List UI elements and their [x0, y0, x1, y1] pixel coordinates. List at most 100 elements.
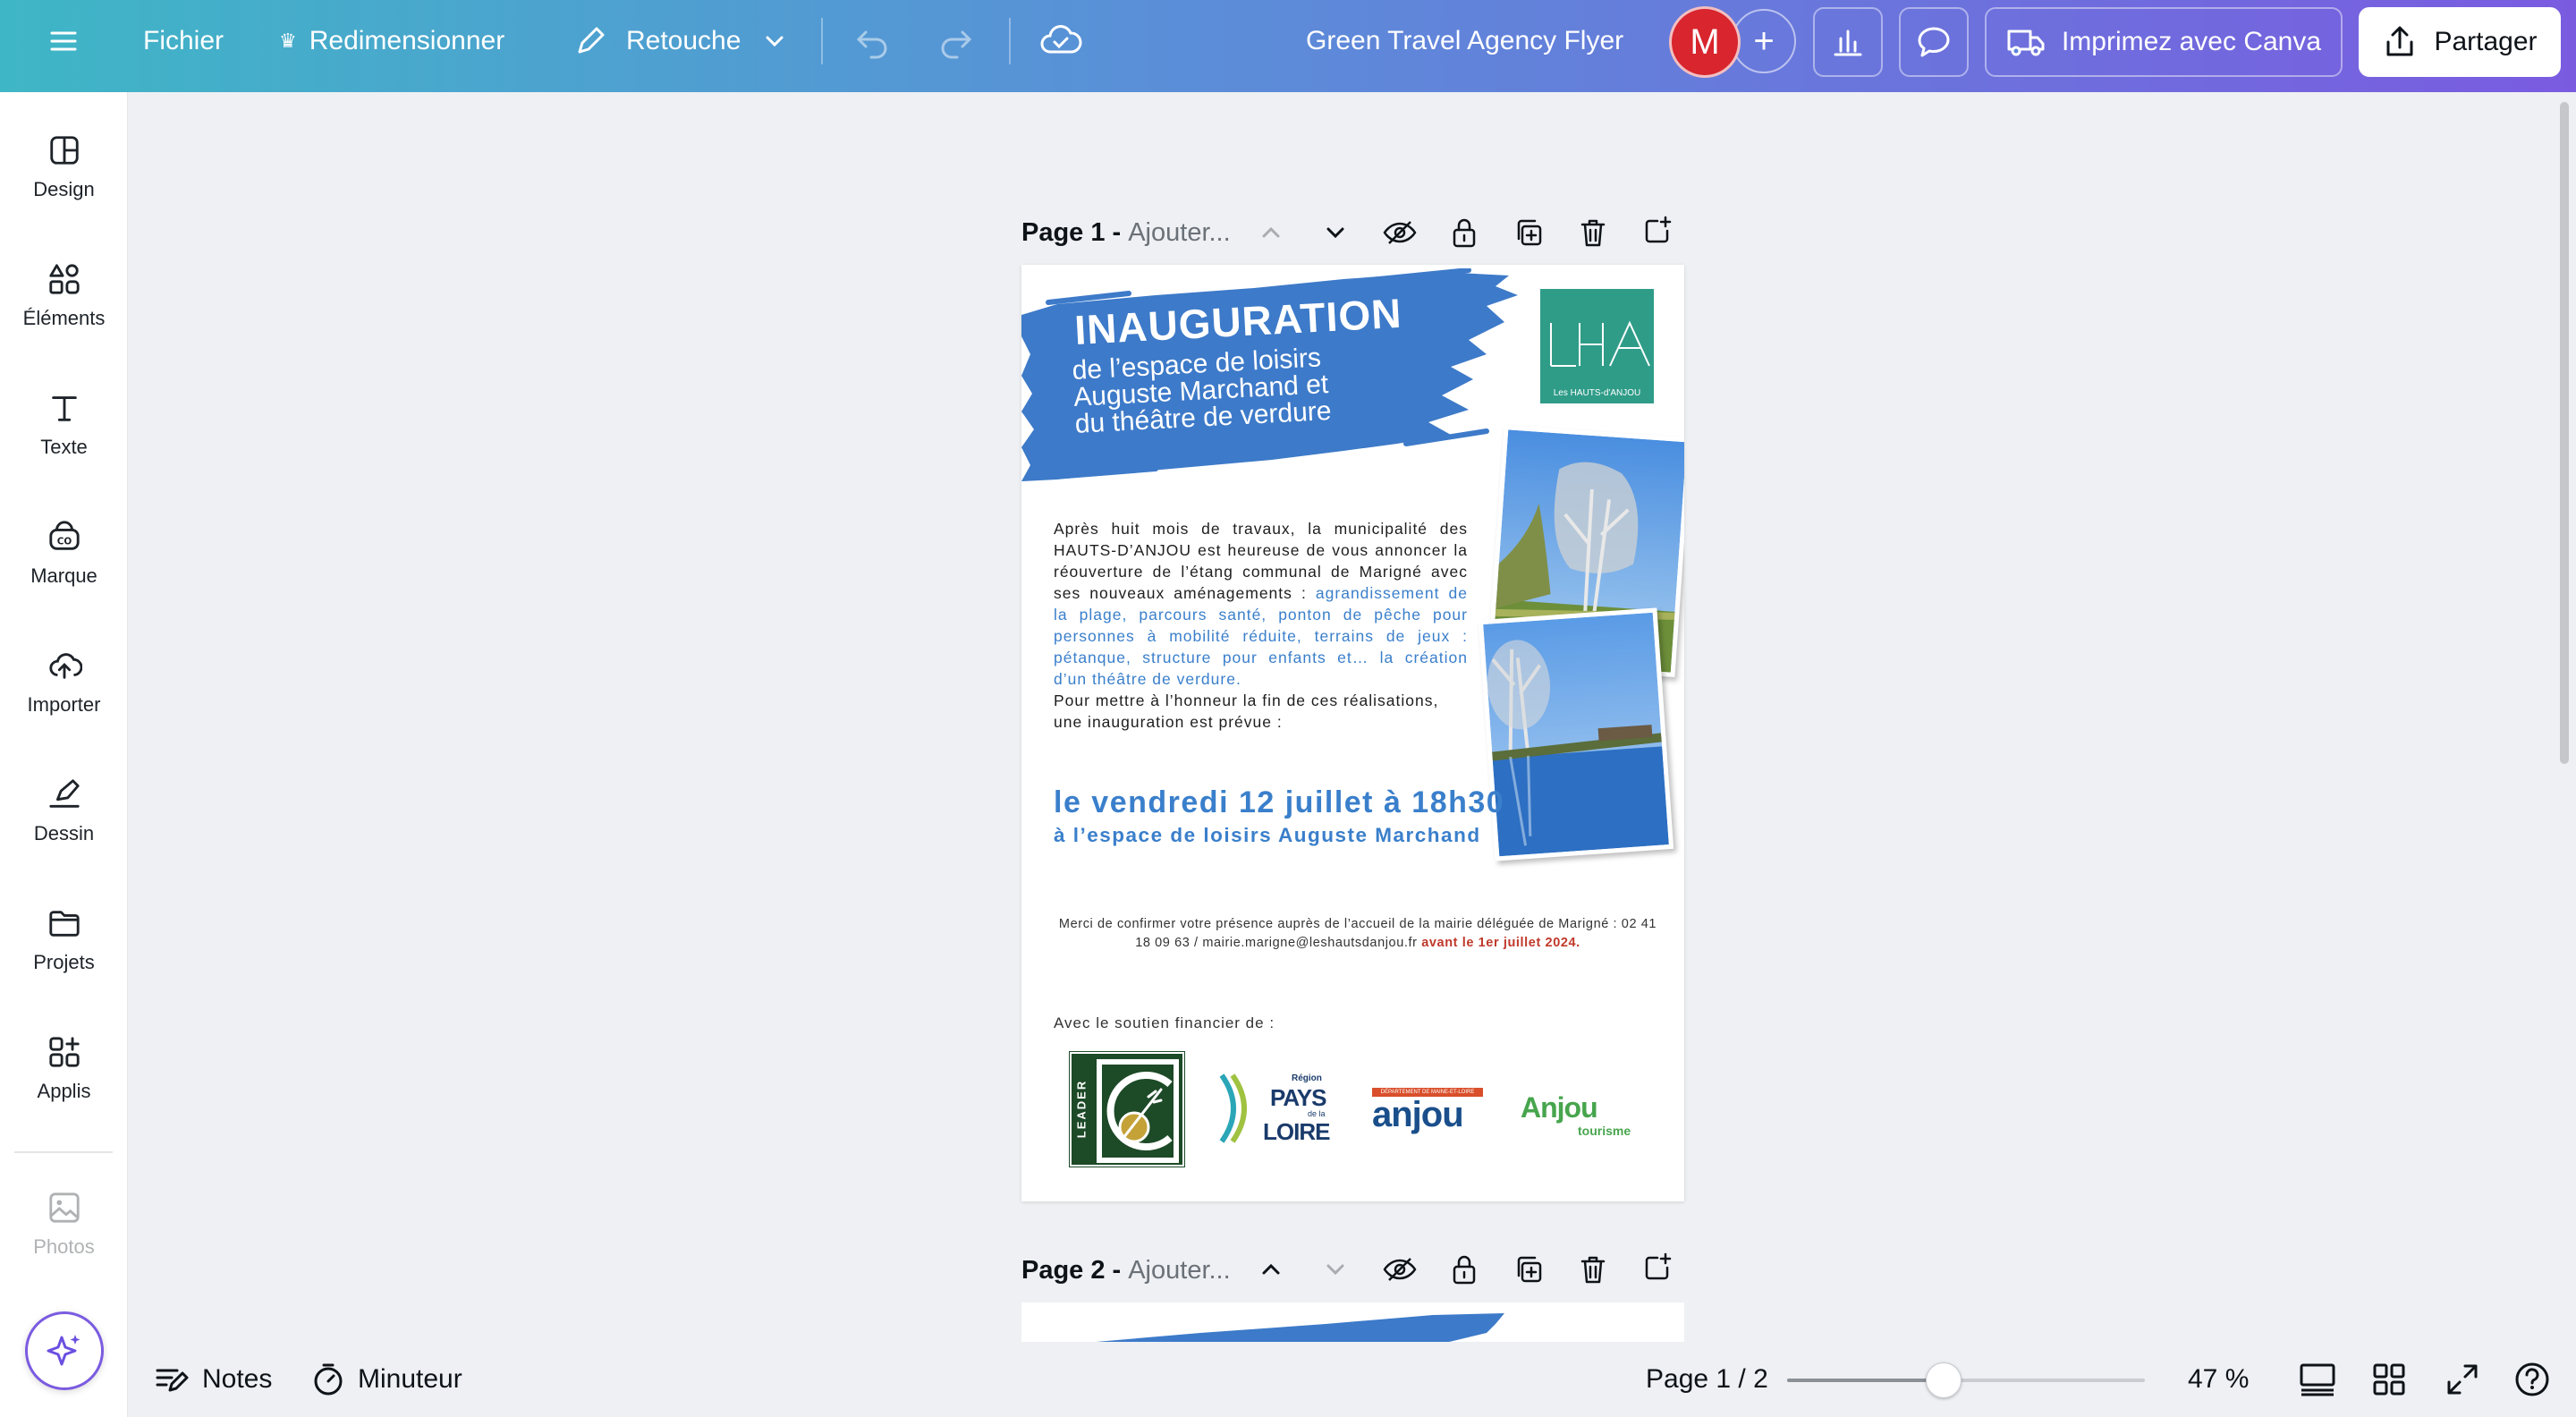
sidebar-item-apps[interactable]: Applis — [0, 996, 128, 1103]
sidebar-item-label: Importer — [27, 693, 101, 716]
sidebar-item-design[interactable]: Design — [0, 94, 128, 201]
share-icon — [2386, 26, 2413, 56]
sidebar-item-draw[interactable]: Dessin — [0, 738, 128, 845]
delete-page-icon[interactable] — [1573, 1250, 1613, 1289]
zoom-slider-thumb[interactable] — [1925, 1362, 1962, 1398]
leader-logo[interactable]: LEADER — [1069, 1051, 1185, 1167]
timer-label: Minuteur — [358, 1364, 462, 1394]
fullscreen-icon[interactable] — [2445, 1342, 2479, 1417]
intro-paragraph[interactable]: Après huit mois de travaux, la municipal… — [1054, 518, 1468, 733]
sidebar-item-projects[interactable]: Projets — [0, 867, 128, 974]
sidebar-item-label: Applis — [37, 1080, 91, 1102]
sidebar-item-label: Projets — [33, 951, 95, 973]
leader-emblem — [1097, 1059, 1179, 1163]
sidebar-item-brand[interactable]: CO Marque — [0, 480, 128, 588]
event-place[interactable]: à l’espace de loisirs Auguste Marchand — [1054, 824, 1481, 847]
delete-page-icon[interactable] — [1573, 213, 1613, 252]
duplicate-page-icon[interactable] — [1509, 1250, 1548, 1289]
add-collaborator-button[interactable]: + — [1732, 9, 1796, 73]
file-menu[interactable]: Fichier — [143, 0, 224, 82]
vertical-scrollbar[interactable] — [2560, 102, 2569, 764]
text-icon — [51, 396, 77, 421]
page-indicator[interactable]: Page 1 / 2 — [1646, 1342, 1768, 1417]
region-label: Région — [1292, 1073, 1322, 1083]
move-page-up-icon[interactable] — [1251, 213, 1291, 252]
photos-icon — [48, 1192, 80, 1223]
hide-page-icon[interactable] — [1380, 213, 1419, 252]
cloud-saved-icon[interactable] — [1039, 0, 1082, 82]
anjou-tourisme-logo[interactable]: Anjou tourisme — [1521, 1091, 1637, 1145]
sidebar-item-photos[interactable]: Photos — [0, 1151, 128, 1259]
redo-icon[interactable] — [936, 0, 975, 82]
support-label[interactable]: Avec le soutien financier de : — [1054, 1014, 1275, 1032]
resize-button[interactable]: ♛ Redimensionner — [279, 0, 504, 82]
closing-text: Pour mettre à l’honneur la fin de ces ré… — [1054, 692, 1439, 731]
pays-loire-arcs — [1219, 1073, 1247, 1143]
document-title[interactable]: Green Travel Agency Flyer — [1306, 0, 1623, 82]
page-2-canvas[interactable] — [1021, 1302, 1684, 1344]
sidebar-item-upload[interactable]: Importer — [0, 609, 128, 717]
flyer-subtitle[interactable]: de l’espace de loisirs Auguste Marchand … — [1072, 343, 1332, 438]
lock-page-icon[interactable] — [1445, 1250, 1484, 1289]
comments-button[interactable] — [1899, 7, 1969, 77]
notes-label: Notes — [202, 1364, 273, 1394]
svg-text:CO: CO — [56, 537, 72, 547]
insights-button[interactable] — [1813, 7, 1883, 77]
lake-photo-2[interactable] — [1478, 607, 1674, 861]
page-view-icon[interactable] — [2299, 1342, 2336, 1417]
sparkle-icon — [47, 1335, 80, 1366]
grid-view-icon[interactable] — [2372, 1342, 2406, 1417]
folder-icon — [48, 911, 80, 937]
page-1-header: Page 1 - Ajouter... — [1021, 210, 1231, 255]
rsvp-text[interactable]: Merci de confirmer votre présence auprès… — [1054, 915, 1662, 953]
page-2-header: Page 2 - Ajouter... — [1021, 1248, 1231, 1293]
brand-icon: CO — [48, 521, 80, 550]
sidebar-item-label: Éléments — [22, 307, 106, 329]
bar-chart-icon — [1834, 30, 1862, 56]
lock-page-icon[interactable] — [1445, 213, 1484, 252]
lha-monogram — [1550, 320, 1650, 367]
event-date[interactable]: le vendredi 12 juillet à 18h30 — [1054, 785, 1504, 820]
page-title-input[interactable]: Ajouter... — [1128, 1256, 1230, 1285]
page-name: Page 1 - — [1021, 217, 1122, 247]
hauts-anjou-logo[interactable]: Les HAUTS-d'ANJOU — [1540, 289, 1654, 403]
timer-icon — [314, 1363, 343, 1396]
zoom-level[interactable]: 47 % — [2188, 1342, 2249, 1417]
retouch-label: Retouche — [626, 26, 741, 55]
menu-icon[interactable] — [48, 0, 79, 82]
move-page-up-icon[interactable] — [1251, 1250, 1291, 1289]
page-title-input[interactable]: Ajouter... — [1128, 218, 1230, 248]
page-1-canvas[interactable]: INAUGURATION de l’espace de loisirs Augu… — [1021, 265, 1684, 1201]
share-label: Partager — [2434, 27, 2538, 56]
chevron-down-icon — [766, 36, 784, 47]
move-page-down-icon[interactable] — [1316, 213, 1355, 252]
zoom-slider-track[interactable] — [1787, 1379, 2145, 1382]
timer-button[interactable]: Minuteur — [311, 1342, 462, 1417]
pays-label: PAYS — [1270, 1084, 1326, 1111]
notes-button[interactable]: Notes — [154, 1342, 272, 1417]
undo-icon[interactable] — [853, 0, 893, 82]
avatar[interactable]: M — [1669, 6, 1741, 78]
retouch-menu[interactable]: Retouche — [572, 0, 787, 82]
top-toolbar: Fichier ♛ Redimensionner Retouche Green … — [0, 0, 2576, 92]
sidebar-item-elements[interactable]: Éléments — [0, 223, 128, 330]
add-page-icon[interactable] — [1638, 211, 1677, 250]
help-icon[interactable] — [2513, 1342, 2551, 1417]
add-page-icon[interactable] — [1638, 1248, 1677, 1287]
upload-icon — [48, 653, 82, 679]
hide-page-icon[interactable] — [1380, 1250, 1419, 1289]
rsvp-deadline: avant le 1er juillet 2024. — [1421, 936, 1580, 950]
share-button[interactable]: Partager — [2359, 7, 2561, 77]
duplicate-page-icon[interactable] — [1509, 213, 1548, 252]
apps-icon — [48, 1037, 80, 1067]
anjou-tourisme-label: Anjou — [1521, 1091, 1598, 1124]
magic-assistant-button[interactable] — [25, 1311, 104, 1390]
print-with-canva-button[interactable]: Imprimez avec Canva — [1985, 7, 2343, 77]
left-sidebar: Design Éléments Texte CO Marque Importer… — [0, 92, 128, 1417]
anjou-department-logo[interactable]: DÉPARTEMENT DE MAINE-ET-LOIRE anjou — [1372, 1088, 1488, 1141]
notes-icon — [156, 1369, 189, 1392]
move-page-down-icon[interactable] — [1316, 1250, 1355, 1289]
sidebar-item-text[interactable]: Texte — [0, 352, 128, 459]
pays-de-la-loire-logo[interactable]: Région PAYS de la LOIRE — [1218, 1070, 1335, 1150]
sidebar-item-label: Marque — [30, 564, 97, 587]
